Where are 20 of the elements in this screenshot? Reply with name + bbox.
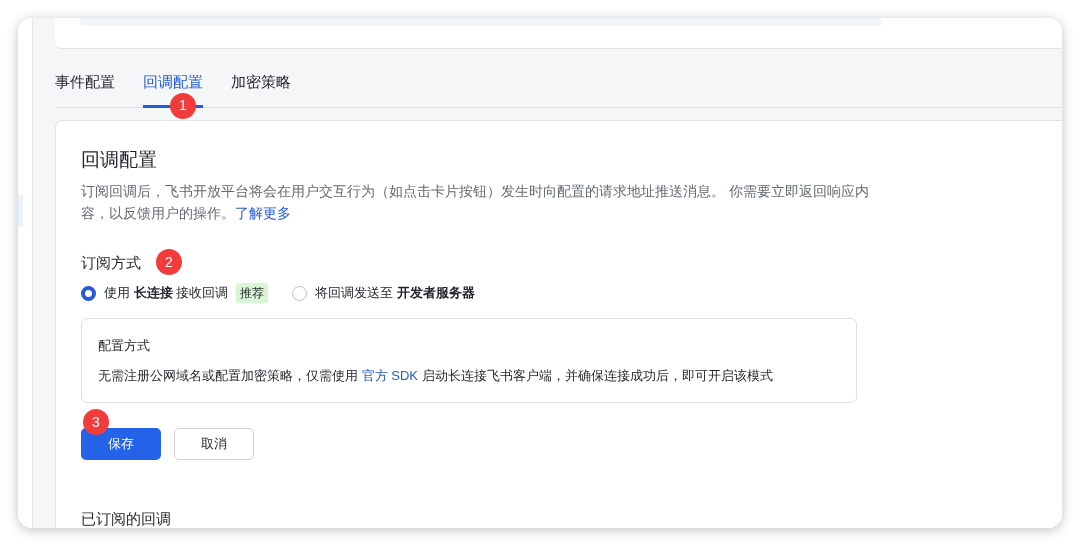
section-label: 订阅方式 bbox=[81, 254, 141, 271]
recommended-tag: 推荐 bbox=[236, 283, 269, 303]
step-marker: 3 bbox=[83, 409, 109, 435]
panel-description: 订阅回调后，飞书开放平台将会在用户交互行为（如点击卡片按钮）发生时向配置的请求地址推送消息。 你需要立即返回响应内容，以反馈用户的操作。了解更多 bbox=[81, 183, 870, 223]
sidebar-highlight bbox=[18, 195, 23, 227]
sdk-link[interactable]: 官方 SDK bbox=[361, 367, 418, 383]
radio-label[interactable]: 将回调发送至 开发者服务器 bbox=[315, 283, 475, 303]
learn-more-link[interactable]: 了解更多 bbox=[235, 206, 291, 221]
save-button[interactable]: 保存 bbox=[81, 428, 161, 460]
radio-label[interactable]: 使用 长连接 接收回调 bbox=[104, 283, 229, 303]
cancel-button[interactable]: 取消 bbox=[174, 428, 254, 460]
section-heading: 已订阅的回调 bbox=[81, 510, 172, 528]
tab[interactable]: 加密策略 bbox=[231, 70, 291, 108]
step-marker: 1 bbox=[170, 92, 196, 119]
config-box-text: 无需注册公网域名或配置加密策略，仅需使用 官方 SDK 启动长连接飞书客户端，并确保连接成功后，即可开启该模式 bbox=[98, 366, 774, 385]
panel-title: 回调配置 bbox=[81, 148, 158, 172]
config-box-title: 配置方式 bbox=[98, 337, 151, 355]
radio-button[interactable] bbox=[81, 285, 96, 301]
tab[interactable]: 事件配置 bbox=[55, 70, 115, 108]
step-marker: 2 bbox=[156, 249, 182, 275]
